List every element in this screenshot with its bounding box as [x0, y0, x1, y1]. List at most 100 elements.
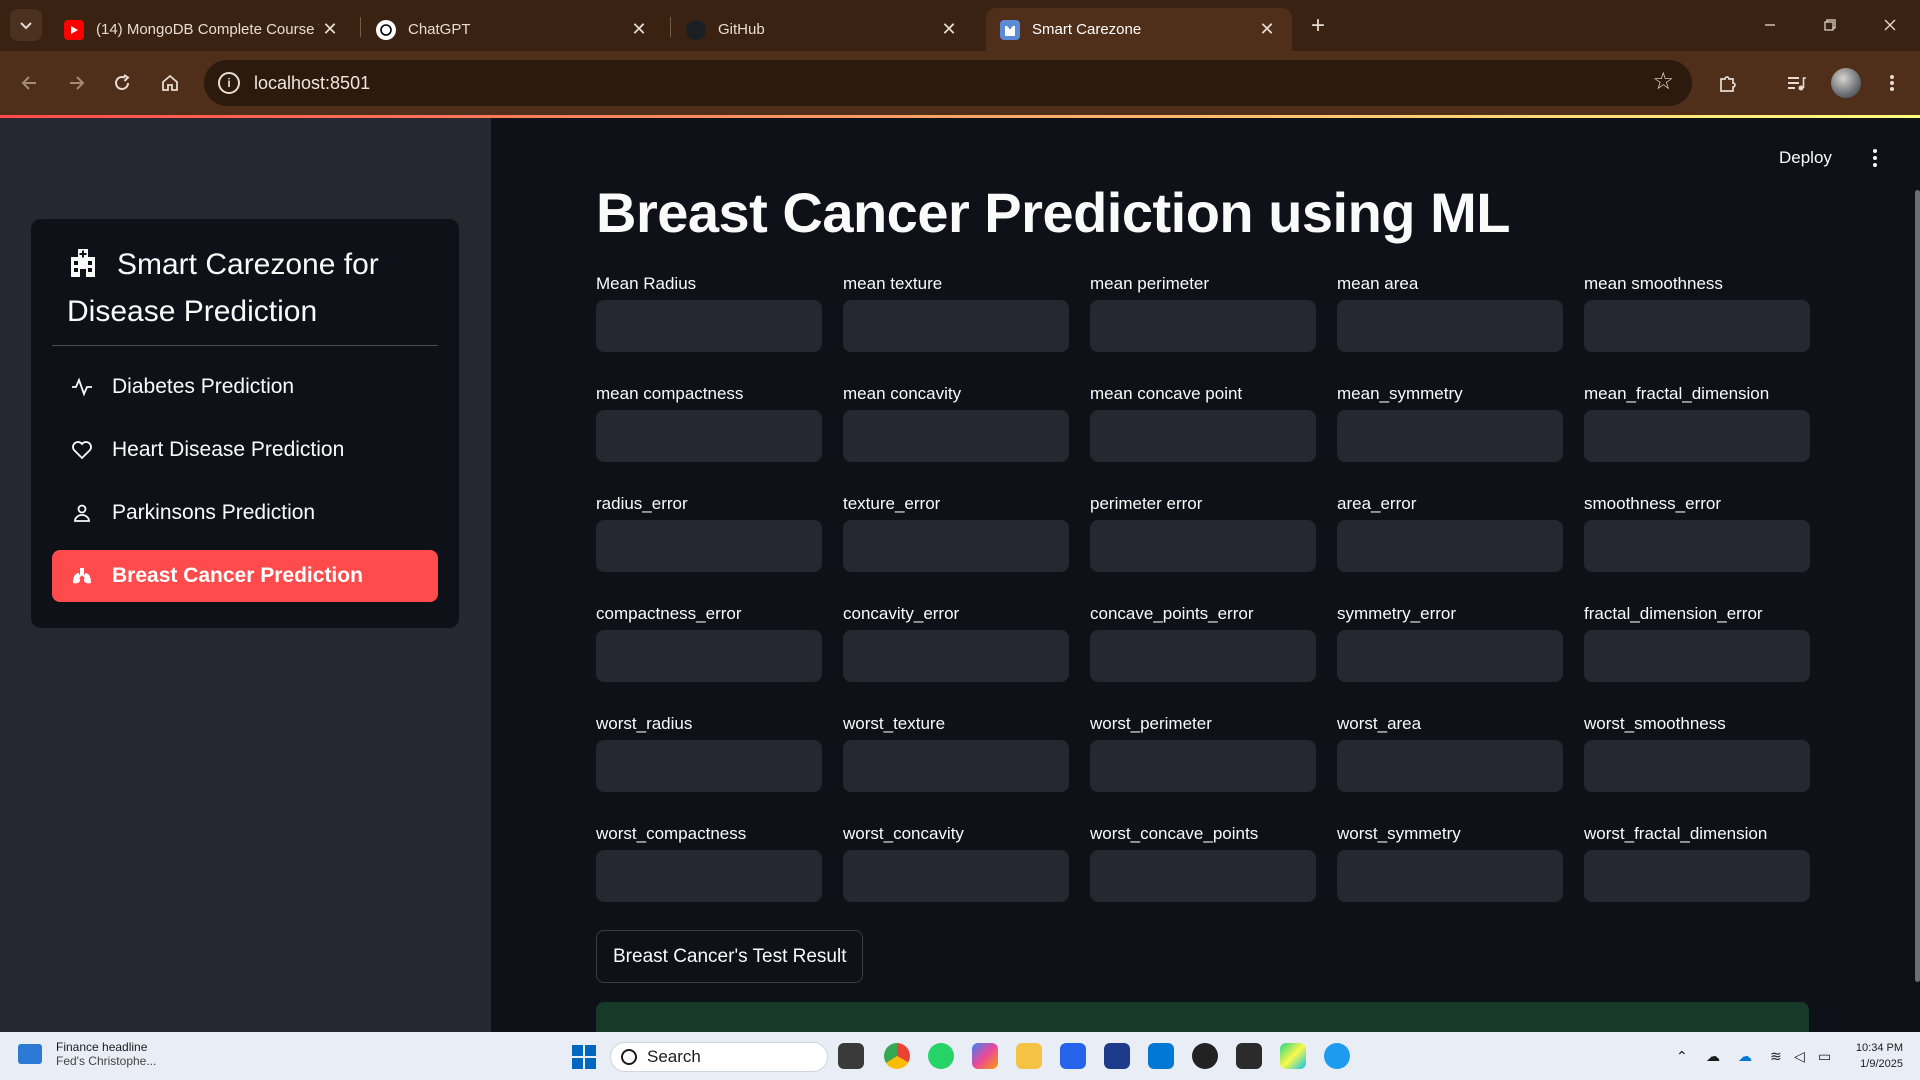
- input-label: mean texture: [843, 274, 943, 293]
- text-input[interactable]: [596, 410, 822, 462]
- extensions-button[interactable]: [1710, 65, 1746, 101]
- sidebar-item-parkinsons[interactable]: Parkinsons Prediction: [52, 487, 438, 539]
- home-button[interactable]: [152, 65, 188, 101]
- file-explorer-icon[interactable]: [1016, 1043, 1042, 1069]
- taskbar-search[interactable]: Search: [610, 1042, 828, 1072]
- onedrive-icon[interactable]: ☁: [1738, 1048, 1752, 1065]
- reload-button[interactable]: [104, 65, 140, 101]
- text-input[interactable]: [596, 630, 822, 682]
- browser-tab-bar: (14) MongoDB Complete Course T ✕ ChatGPT…: [0, 0, 1920, 51]
- media-control-button[interactable]: [1778, 65, 1814, 101]
- text-input[interactable]: [1584, 410, 1810, 462]
- text-input[interactable]: [843, 630, 1069, 682]
- deploy-button[interactable]: Deploy: [1779, 148, 1832, 168]
- text-input[interactable]: [1090, 850, 1316, 902]
- input-label: smoothness_error: [1584, 494, 1722, 513]
- text-input[interactable]: [596, 850, 822, 902]
- back-button[interactable]: [12, 65, 48, 101]
- close-tab-icon[interactable]: ✕: [938, 19, 960, 41]
- text-input[interactable]: [1337, 630, 1563, 682]
- battery-icon[interactable]: ▭: [1818, 1048, 1831, 1065]
- text-input[interactable]: [1090, 520, 1316, 572]
- app-menu-button[interactable]: [1863, 146, 1887, 170]
- input-label: worst_fractal_dimension: [1584, 824, 1768, 843]
- close-tab-icon[interactable]: ✕: [319, 19, 341, 41]
- input-field: worst_texture: [843, 714, 1069, 792]
- minimize-button[interactable]: [1750, 10, 1790, 40]
- input-label: mean compactness: [596, 384, 744, 403]
- text-input[interactable]: [1584, 300, 1810, 352]
- text-input[interactable]: [1337, 850, 1563, 902]
- url-text: localhost:8501: [254, 72, 371, 93]
- site-info-icon[interactable]: i: [218, 72, 240, 94]
- app-icon[interactable]: [1324, 1043, 1350, 1069]
- news-subtitle: Fed's Christophe...: [56, 1054, 157, 1068]
- browser-menu-button[interactable]: [1874, 65, 1910, 101]
- arrow-right-icon: [70, 76, 85, 90]
- close-tab-icon[interactable]: ✕: [628, 19, 650, 41]
- tab-search-button[interactable]: [10, 9, 42, 41]
- sidebar-item-breast-cancer[interactable]: Breast Cancer Prediction: [52, 550, 438, 602]
- text-input[interactable]: [1584, 520, 1810, 572]
- text-input[interactable]: [1090, 410, 1316, 462]
- menu-divider: [52, 345, 438, 346]
- text-input[interactable]: [843, 850, 1069, 902]
- text-input[interactable]: [596, 300, 822, 352]
- text-input[interactable]: [1090, 630, 1316, 682]
- input-field: worst_fractal_dimension: [1584, 824, 1810, 902]
- text-input[interactable]: [1584, 630, 1810, 682]
- scrollbar[interactable]: [1915, 190, 1920, 982]
- copilot-icon[interactable]: [972, 1043, 998, 1069]
- tab-smart-carezone[interactable]: Smart Carezone ✕: [986, 8, 1292, 51]
- show-hidden-icons[interactable]: ⌃: [1676, 1048, 1688, 1065]
- pycharm-icon[interactable]: [1280, 1043, 1306, 1069]
- cloud-icon[interactable]: ☁: [1706, 1048, 1720, 1065]
- chrome-icon[interactable]: [884, 1043, 910, 1069]
- restore-button[interactable]: [1810, 10, 1850, 40]
- text-input[interactable]: [596, 520, 822, 572]
- vscode-icon[interactable]: [1148, 1043, 1174, 1069]
- tab-github[interactable]: GitHub ✕: [672, 8, 974, 51]
- terminal-icon[interactable]: [1236, 1043, 1262, 1069]
- app-icon[interactable]: [1104, 1043, 1130, 1069]
- text-input[interactable]: [1337, 300, 1563, 352]
- text-input[interactable]: [1337, 410, 1563, 462]
- text-input[interactable]: [1584, 740, 1810, 792]
- input-field: mean compactness: [596, 384, 822, 462]
- tab-mongodb[interactable]: (14) MongoDB Complete Course T ✕: [50, 8, 355, 51]
- close-window-button[interactable]: [1870, 10, 1910, 40]
- task-view-icon[interactable]: [838, 1043, 864, 1069]
- text-input[interactable]: [1337, 520, 1563, 572]
- sidebar-item-label: Diabetes Prediction: [112, 375, 295, 398]
- tab-chatgpt[interactable]: ChatGPT ✕: [362, 8, 664, 51]
- text-input[interactable]: [843, 520, 1069, 572]
- hospital-icon: [71, 249, 95, 277]
- text-input[interactable]: [843, 410, 1069, 462]
- wifi-icon[interactable]: ≋: [1770, 1048, 1782, 1065]
- sidebar-item-heart[interactable]: Heart Disease Prediction: [52, 424, 438, 476]
- input-field: mean_fractal_dimension: [1584, 384, 1810, 462]
- news-widget[interactable]: Finance headline Fed's Christophe...: [18, 1040, 156, 1068]
- microsoft-store-icon[interactable]: [1060, 1043, 1086, 1069]
- start-button[interactable]: [572, 1045, 596, 1069]
- clock[interactable]: 10:34 PM 1/9/2025: [1849, 1040, 1903, 1072]
- volume-icon[interactable]: ◁: [1794, 1048, 1805, 1065]
- text-input[interactable]: [843, 300, 1069, 352]
- media-player-icon[interactable]: [1192, 1043, 1218, 1069]
- new-tab-button[interactable]: +: [1304, 12, 1332, 40]
- text-input[interactable]: [1090, 740, 1316, 792]
- profile-button[interactable]: [1826, 63, 1866, 103]
- whatsapp-icon[interactable]: [928, 1043, 954, 1069]
- input-label: concave_points_error: [1090, 604, 1254, 623]
- text-input[interactable]: [1337, 740, 1563, 792]
- text-input[interactable]: [843, 740, 1069, 792]
- address-bar[interactable]: i localhost:8501 ☆: [204, 60, 1692, 106]
- text-input[interactable]: [1090, 300, 1316, 352]
- bookmark-star-icon[interactable]: ☆: [1652, 70, 1674, 94]
- sidebar-item-diabetes[interactable]: Diabetes Prediction: [52, 361, 438, 413]
- text-input[interactable]: [596, 740, 822, 792]
- test-result-button[interactable]: Breast Cancer's Test Result: [596, 930, 864, 983]
- forward-button[interactable]: [58, 65, 94, 101]
- text-input[interactable]: [1584, 850, 1810, 902]
- close-tab-icon[interactable]: ✕: [1256, 19, 1278, 41]
